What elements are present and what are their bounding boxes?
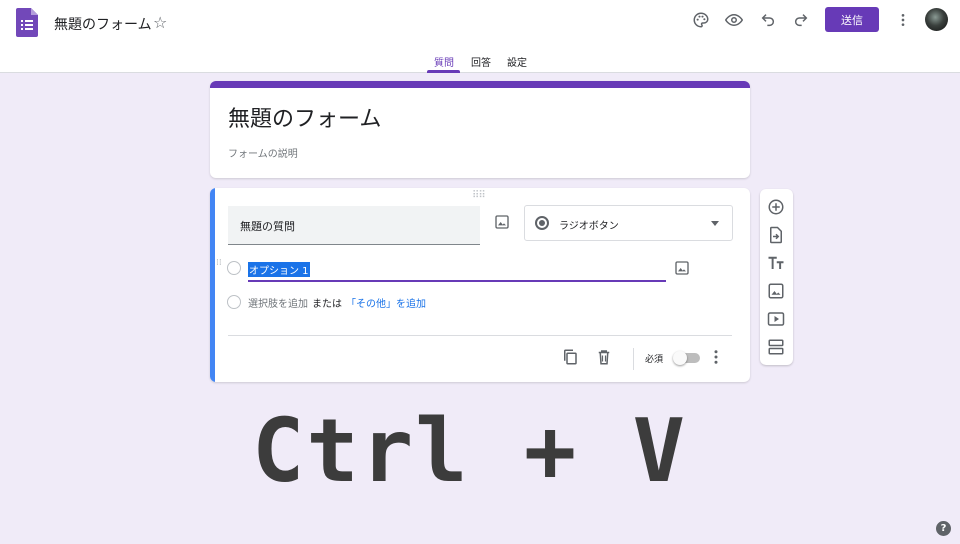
- add-question-image-icon[interactable]: [494, 214, 510, 230]
- delete-icon[interactable]: [595, 348, 613, 366]
- google-forms-logo-icon[interactable]: [16, 8, 38, 37]
- duplicate-icon[interactable]: [561, 348, 579, 366]
- title-card-accent: [210, 81, 750, 88]
- card-divider: [228, 335, 732, 336]
- send-button[interactable]: 送信: [825, 7, 879, 32]
- document-title[interactable]: 無題のフォーム: [54, 14, 152, 34]
- form-title[interactable]: 無題のフォーム: [228, 101, 381, 133]
- redo-icon[interactable]: [790, 9, 812, 31]
- tab-questions[interactable]: 質問: [434, 54, 454, 69]
- keyboard-shortcut-overlay: Ctrl + V: [252, 400, 688, 502]
- or-text: または: [312, 299, 342, 310]
- add-title-icon[interactable]: [767, 254, 785, 272]
- question-title-field[interactable]: 無題の質問: [228, 206, 480, 245]
- required-label: 必須: [645, 355, 664, 365]
- option-input[interactable]: オプション 1: [248, 260, 666, 282]
- tab-responses[interactable]: 回答: [471, 54, 491, 69]
- question-type-dropdown[interactable]: ラジオボタン: [524, 205, 733, 241]
- active-tab-indicator: [427, 70, 460, 73]
- side-toolbar: [760, 189, 793, 365]
- option-drag-handle-icon[interactable]: ⁞⁞: [216, 259, 224, 268]
- top-bar: 無題のフォーム ☆ 送信 質問 回答 設定: [0, 0, 960, 73]
- add-other-link[interactable]: 「その他」を追加: [346, 299, 426, 310]
- form-description-field[interactable]: フォームの説明: [228, 145, 298, 160]
- question-type-label: ラジオボタン: [559, 221, 619, 232]
- add-image-icon[interactable]: [767, 282, 785, 300]
- add-choice-link[interactable]: 選択肢を追加: [248, 299, 308, 310]
- chevron-down-icon: [711, 221, 719, 226]
- question-card: ⠿⠿ 無題の質問 ラジオボタン ⁞⁞ オプション 1 選択肢を追加 または 「その他…: [210, 188, 750, 382]
- option-text-selected: オプション 1: [248, 262, 310, 277]
- form-title-card: 無題のフォーム フォームの説明: [210, 81, 750, 178]
- more-vert-icon[interactable]: [892, 9, 914, 31]
- add-question-icon[interactable]: [767, 198, 785, 216]
- tab-bar: 質問 回答 設定: [0, 50, 960, 73]
- add-option-radio-icon: [227, 295, 241, 309]
- tab-settings[interactable]: 設定: [507, 54, 527, 69]
- undo-icon[interactable]: [757, 9, 779, 31]
- radio-button-icon: [535, 216, 549, 230]
- help-icon[interactable]: ?: [936, 521, 951, 536]
- toggle-knob: [673, 351, 687, 365]
- star-icon[interactable]: ☆: [153, 13, 167, 32]
- footer-separator: [633, 348, 634, 370]
- question-title-text: 無題の質問: [240, 220, 295, 233]
- avatar[interactable]: [925, 8, 948, 31]
- drag-handle-icon[interactable]: ⠿⠿: [472, 190, 486, 201]
- add-option-image-icon[interactable]: [674, 260, 690, 276]
- palette-icon[interactable]: [690, 9, 712, 31]
- option-radio-icon: [227, 261, 241, 275]
- add-section-icon[interactable]: [767, 338, 785, 356]
- import-questions-icon[interactable]: [767, 226, 785, 244]
- required-toggle[interactable]: [673, 351, 700, 365]
- question-more-icon[interactable]: [707, 348, 725, 366]
- preview-eye-icon[interactable]: [723, 9, 745, 31]
- add-option-row: 選択肢を追加 または 「その他」を追加: [248, 295, 426, 310]
- active-card-indicator: [210, 188, 215, 382]
- add-video-icon[interactable]: [767, 310, 785, 328]
